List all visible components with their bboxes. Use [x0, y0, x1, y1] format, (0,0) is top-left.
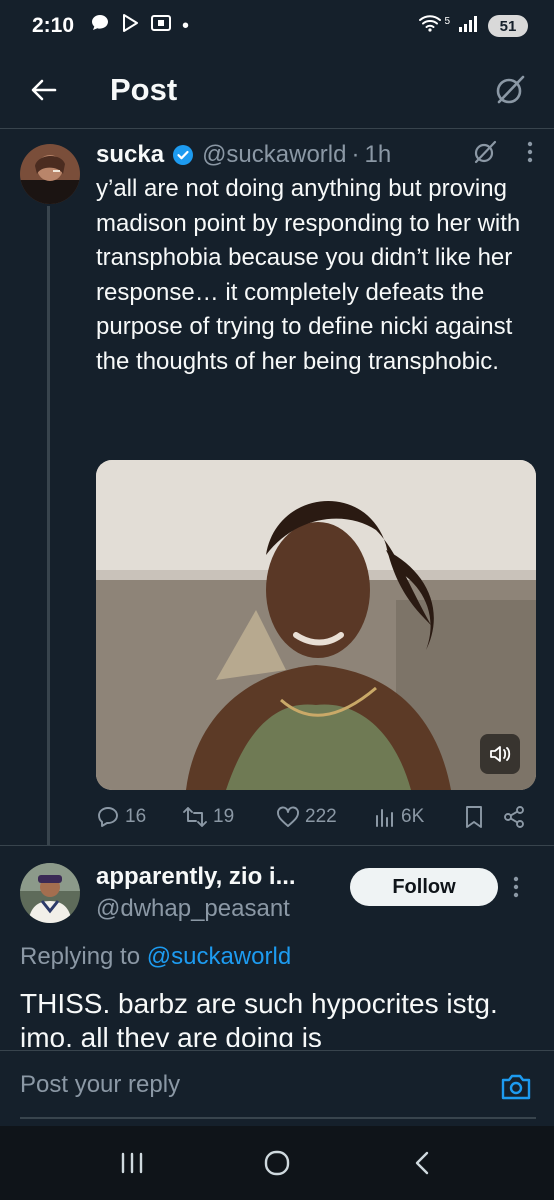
status-dot: •: [182, 14, 190, 37]
reply-more-options-button[interactable]: [512, 875, 520, 904]
speaker-icon: [490, 746, 511, 762]
wifi-icon: [418, 13, 444, 39]
chevron-left-icon: [415, 1151, 428, 1175]
home-icon: [264, 1150, 290, 1176]
reply-tweet[interactable]: apparently, zio i... @dwhap_peasant Foll…: [0, 845, 554, 1050]
reply-avatar[interactable]: [20, 863, 80, 923]
home-button[interactable]: [247, 1138, 307, 1188]
reply-text: THISS. barbz are such hypocrites istg. i…: [20, 988, 498, 1047]
replying-to-prefix: Replying to: [20, 943, 147, 970]
repost-icon: [183, 807, 207, 827]
tweet-text: y’all are not doing anything but proving…: [96, 175, 521, 375]
signal-icon: [458, 14, 480, 38]
page-title: Post: [110, 72, 178, 107]
reply-input[interactable]: Post your reply: [20, 1071, 180, 1099]
reply-button[interactable]: 16: [96, 805, 182, 829]
arrow-left-icon: [31, 79, 57, 101]
reply-display-name[interactable]: apparently, zio i...: [96, 863, 296, 891]
replying-to: Replying to @suckaworld: [20, 943, 291, 971]
replying-to-mention[interactable]: @suckaworld: [147, 943, 291, 970]
display-name[interactable]: sucka: [96, 141, 164, 169]
back-button[interactable]: [18, 64, 70, 116]
bookmark-icon: [466, 806, 482, 828]
reply-count: 16: [125, 806, 147, 827]
play-store-icon: [120, 13, 140, 39]
follow-button[interactable]: Follow: [350, 868, 498, 906]
views-icon: [376, 809, 393, 827]
tweet-header-icons: [472, 139, 534, 172]
share-button[interactable]: [502, 805, 526, 829]
system-back-button[interactable]: [392, 1138, 452, 1188]
views-button[interactable]: 6K: [374, 806, 464, 828]
battery-level: 51: [499, 17, 517, 35]
video-thumbnail: [96, 460, 536, 790]
reply-composer: Post your reply: [0, 1050, 554, 1126]
share-icon: [504, 806, 524, 828]
signal-label: 5: [444, 15, 450, 27]
avatar[interactable]: [20, 144, 80, 204]
heart-icon: [277, 806, 299, 827]
views-count: 6K: [401, 806, 425, 827]
recent-apps-button[interactable]: [102, 1138, 162, 1188]
timestamp[interactable]: 1h: [364, 141, 391, 169]
repost-count: 19: [213, 806, 235, 827]
camera-icon: [501, 1074, 531, 1100]
tweet-actions: 16 19 222 6K: [96, 803, 536, 831]
thread-line: [47, 206, 50, 846]
handle[interactable]: @suckaworld: [202, 141, 346, 169]
grok-button[interactable]: [472, 139, 498, 172]
top-bar: Post: [0, 52, 554, 128]
main-tweet[interactable]: sucka @suckaworld · 1h y’all are not doi…: [0, 130, 554, 840]
grok-button[interactable]: [484, 64, 536, 116]
more-options-button[interactable]: [526, 140, 534, 171]
chat-bubble-icon: [90, 13, 110, 39]
reply-icon: [98, 807, 118, 827]
verified-badge-icon: [172, 144, 194, 166]
grok-icon: [474, 140, 497, 163]
grok-icon: [496, 75, 525, 104]
separator-dot: ·: [351, 141, 360, 168]
reply-handle[interactable]: @dwhap_peasant: [96, 895, 290, 923]
status-bar: 2:10 • 5 51: [0, 0, 554, 52]
header-divider: [0, 128, 554, 129]
status-time: 2:10: [32, 14, 75, 37]
system-nav-bar: [0, 1126, 554, 1200]
tweet-video[interactable]: [96, 460, 536, 790]
more-vertical-icon: [513, 876, 519, 898]
recent-apps-icon: [122, 1152, 143, 1174]
repost-button[interactable]: 19: [182, 805, 276, 829]
like-button[interactable]: 222: [276, 806, 374, 828]
bookmark-button[interactable]: [464, 805, 502, 829]
screenshot-icon: [150, 13, 172, 39]
unmute-button[interactable]: [480, 734, 520, 774]
status-left: 2:10 •: [32, 13, 189, 39]
status-right: 5 51: [418, 13, 528, 39]
more-vertical-icon: [527, 141, 533, 162]
tweet-header: sucka @suckaworld · 1h: [96, 138, 534, 172]
composer-underline: [20, 1117, 536, 1119]
battery-icon: 51: [488, 15, 528, 37]
camera-button[interactable]: [500, 1072, 532, 1107]
like-count: 222: [305, 806, 337, 827]
